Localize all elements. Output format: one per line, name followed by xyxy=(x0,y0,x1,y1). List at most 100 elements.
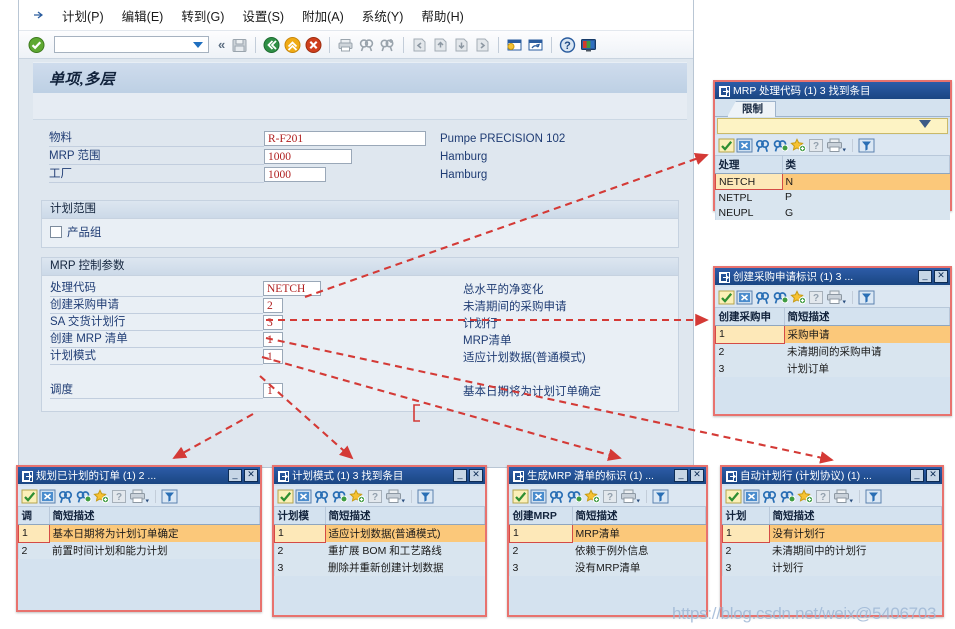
cancel-red-icon[interactable] xyxy=(304,36,323,54)
create-pr-input[interactable]: 2 xyxy=(263,298,283,313)
customize-local-layout-icon[interactable] xyxy=(579,36,598,54)
cell-desc[interactable]: 未清期间中的计划行 xyxy=(769,542,942,559)
create-mrp-list-input[interactable]: 1 xyxy=(263,332,283,347)
cancel-x-icon[interactable] xyxy=(736,290,753,305)
table-row[interactable]: 3 计划行 xyxy=(722,559,942,576)
table-row[interactable]: 2 前置时间计划和能力计划 xyxy=(18,542,260,559)
cancel-x-icon[interactable] xyxy=(295,489,312,504)
find-icon[interactable] xyxy=(313,489,330,504)
print-icon[interactable] xyxy=(336,36,355,54)
minimize-button[interactable]: _ xyxy=(918,270,932,283)
column-header-desc[interactable]: 类 xyxy=(782,156,950,174)
cell-key[interactable]: 1 xyxy=(509,524,573,543)
cell-key[interactable]: 3 xyxy=(274,559,325,576)
cell-key[interactable]: 3 xyxy=(722,559,769,576)
scheduling-input[interactable]: 1 xyxy=(263,383,283,398)
add-to-favorites-icon[interactable] xyxy=(93,488,110,504)
find-next-icon[interactable] xyxy=(772,138,789,153)
print-icon[interactable] xyxy=(826,138,847,153)
help-icon[interactable]: ? xyxy=(558,36,577,54)
cancel-x-icon[interactable] xyxy=(736,138,753,153)
find-icon[interactable] xyxy=(754,138,771,153)
cell-desc[interactable]: N xyxy=(782,173,950,190)
filter-icon[interactable] xyxy=(858,138,875,153)
product-group-checkbox[interactable] xyxy=(50,226,62,238)
help-question-icon[interactable]: ? xyxy=(367,489,384,504)
add-to-favorites-icon[interactable] xyxy=(797,488,814,504)
table-row[interactable]: NEUPL G xyxy=(715,205,950,220)
sa-schedule-lines-input[interactable]: 3 xyxy=(263,315,283,330)
cell-desc[interactable]: 采购申请 xyxy=(784,325,950,343)
minimize-button[interactable]: _ xyxy=(228,469,242,482)
popup-title-bar[interactable]: 计划模式 (1) 3 找到条目 _ ✕ xyxy=(274,467,485,484)
menu-item-help[interactable]: 帮助(H) xyxy=(412,4,472,27)
close-icon[interactable]: ✕ xyxy=(934,270,948,283)
cell-key[interactable]: 1 xyxy=(18,524,50,543)
popup-planning-mode[interactable]: 计划模式 (1) 3 找到条目 _ ✕ ? 计划模 简短描述 1 适应计划数据(… xyxy=(272,465,487,617)
add-to-favorites-icon[interactable] xyxy=(584,488,601,504)
cell-key[interactable]: 2 xyxy=(18,542,49,559)
cell-desc[interactable]: 计划订单 xyxy=(784,360,950,377)
find-icon[interactable] xyxy=(57,489,74,504)
cell-key[interactable]: 3 xyxy=(715,360,784,377)
mrp-area-input[interactable]: 1000 xyxy=(264,149,352,164)
minimize-button[interactable]: _ xyxy=(674,469,688,482)
table-row[interactable]: 1 适应计划数据(普通模式) xyxy=(274,524,485,543)
column-header-key[interactable]: 调 xyxy=(18,507,50,525)
minimize-button[interactable]: _ xyxy=(453,469,467,482)
table-row[interactable]: 2 未清期间中的计划行 xyxy=(722,542,942,559)
planning-mode-input[interactable]: 1 xyxy=(263,349,283,364)
cell-desc[interactable]: G xyxy=(782,205,950,220)
find-next-icon[interactable] xyxy=(566,489,583,504)
copy-green-check-icon[interactable] xyxy=(718,290,735,305)
menu-item-system[interactable]: 系统(Y) xyxy=(353,4,413,27)
help-question-icon[interactable]: ? xyxy=(815,489,832,504)
find-next-icon[interactable] xyxy=(75,489,92,504)
table-row[interactable]: 1 MRP清单 xyxy=(509,524,706,543)
create-session-icon[interactable] xyxy=(505,36,524,54)
table-row[interactable]: 2 重扩展 BOM 和工艺路线 xyxy=(274,542,485,559)
close-icon[interactable]: ✕ xyxy=(690,469,704,482)
popup-automatic-schedule-lines[interactable]: 自动计划行 (计划协议) (1) ... _ ✕ ? 计划 简短描述 1 没有计… xyxy=(720,465,944,617)
previous-page-icon[interactable] xyxy=(431,36,450,54)
cell-key[interactable]: 2 xyxy=(509,542,572,559)
find-icon[interactable] xyxy=(357,36,376,54)
print-icon[interactable] xyxy=(385,489,406,504)
cell-desc[interactable]: 重扩展 BOM 和工艺路线 xyxy=(325,542,485,559)
column-header-desc[interactable]: 简短描述 xyxy=(769,507,942,525)
cell-desc[interactable]: 没有计划行 xyxy=(769,524,942,542)
exit-yellow-icon[interactable] xyxy=(283,36,302,54)
column-header-desc[interactable]: 简短描述 xyxy=(572,507,706,525)
table-row[interactable]: 1 基本日期将为计划订单确定 xyxy=(18,524,260,543)
cell-key[interactable]: NEUPL xyxy=(715,205,782,220)
cell-desc[interactable]: 删除并重新创建计划数据 xyxy=(325,559,485,576)
cell-key[interactable]: 3 xyxy=(509,559,572,576)
find-icon[interactable] xyxy=(548,489,565,504)
next-page-icon[interactable] xyxy=(452,36,471,54)
help-question-icon[interactable]: ? xyxy=(111,489,128,504)
add-to-favorites-icon[interactable] xyxy=(790,137,807,153)
table-row[interactable]: 3 没有MRP清单 xyxy=(509,559,706,576)
enter-green-check-icon[interactable] xyxy=(27,36,46,54)
filter-icon[interactable] xyxy=(652,489,669,504)
table-row[interactable]: 1 采购申请 xyxy=(715,325,950,344)
copy-green-check-icon[interactable] xyxy=(725,489,742,504)
print-icon[interactable] xyxy=(129,489,150,504)
cancel-x-icon[interactable] xyxy=(743,489,760,504)
save-icon[interactable] xyxy=(230,36,249,54)
menu-item-extras[interactable]: 附加(A) xyxy=(293,4,353,27)
popup-title-bar[interactable]: 创建采购申请标识 (1) 3 ... _ ✕ xyxy=(715,268,950,285)
column-header-key[interactable]: 创建采购申 xyxy=(715,308,785,326)
command-field[interactable] xyxy=(54,36,209,53)
copy-green-check-icon[interactable] xyxy=(718,138,735,153)
menu-item-edit[interactable]: 编辑(E) xyxy=(113,4,173,27)
copy-green-check-icon[interactable] xyxy=(21,489,38,504)
help-question-icon[interactable]: ? xyxy=(808,138,825,153)
filter-icon[interactable] xyxy=(858,290,875,305)
add-to-favorites-icon[interactable] xyxy=(790,289,807,305)
tab-restrict[interactable]: 限制 xyxy=(727,101,776,117)
last-page-icon[interactable] xyxy=(473,36,492,54)
cell-desc[interactable]: 前置时间计划和能力计划 xyxy=(49,542,260,559)
chevron-down-icon[interactable] xyxy=(919,120,931,128)
processing-key-input[interactable]: NETCH xyxy=(263,281,321,296)
